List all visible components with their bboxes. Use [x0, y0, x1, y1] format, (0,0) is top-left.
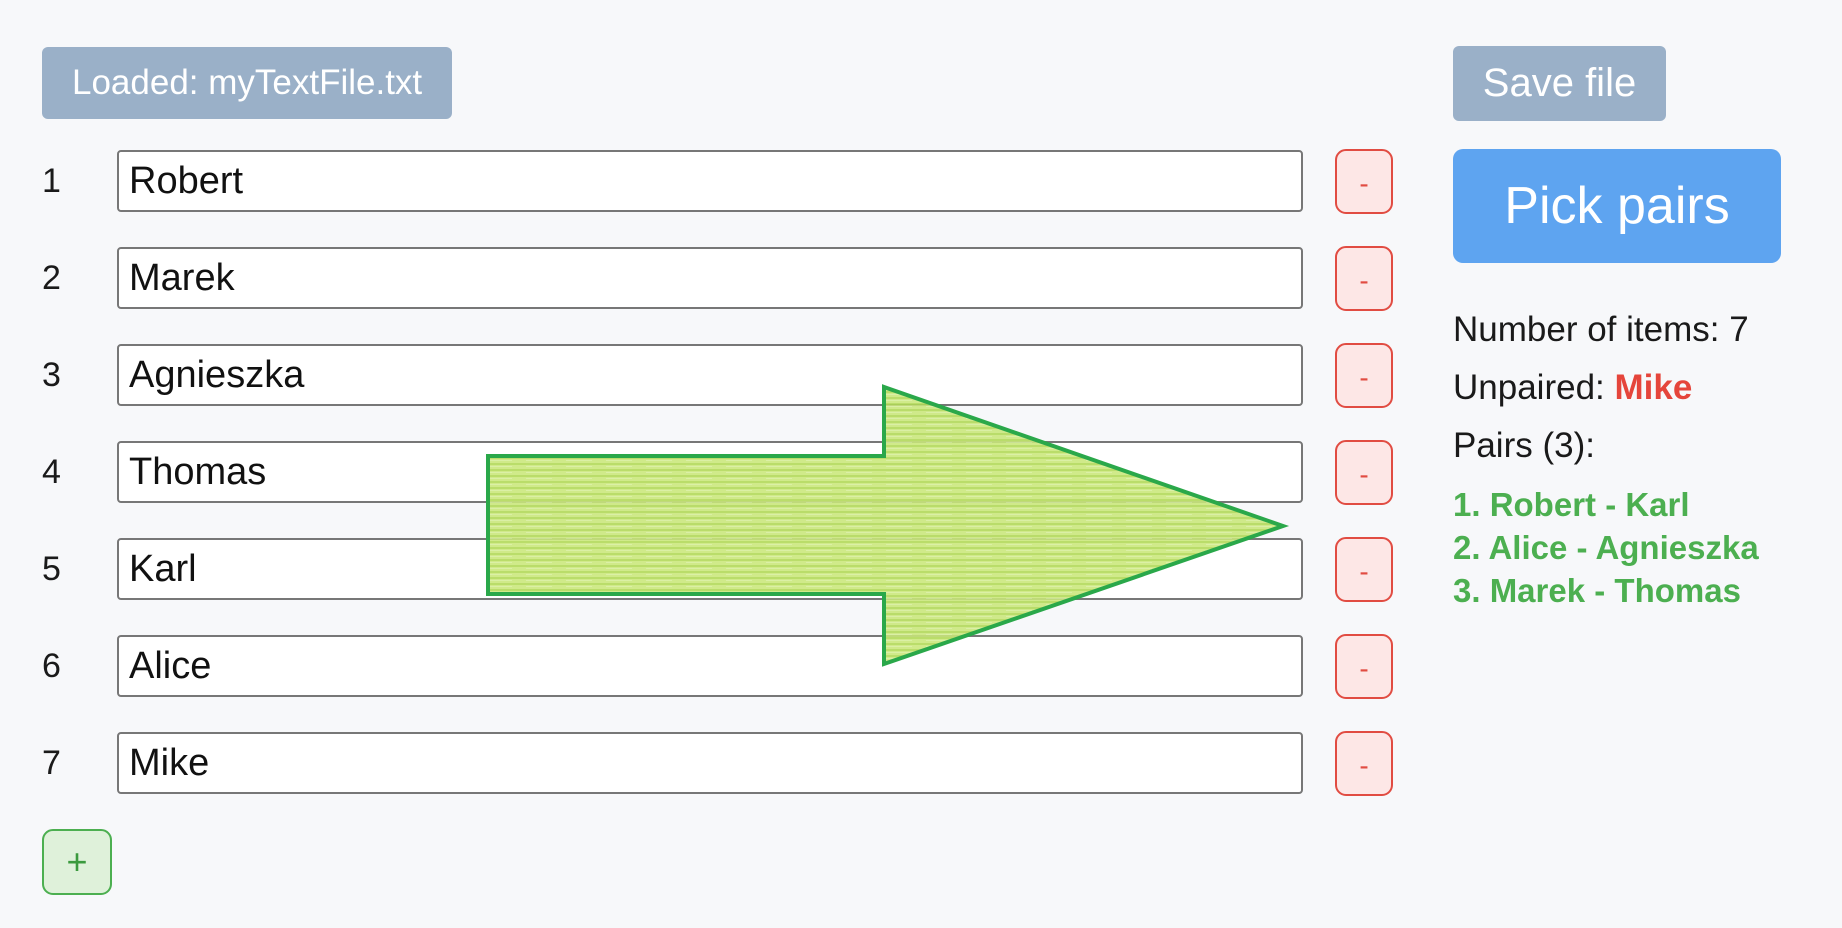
item-input[interactable]: [117, 247, 1303, 309]
item-input[interactable]: [117, 538, 1303, 600]
item-input[interactable]: [117, 732, 1303, 794]
remove-item-button[interactable]: -: [1335, 343, 1393, 408]
results-panel: Number of items: 7 Unpaired: Mike Pairs …: [1453, 306, 1759, 612]
remove-item-button[interactable]: -: [1335, 440, 1393, 505]
row-number: 7: [42, 744, 61, 782]
app-window: Loaded: myTextFile.txt 1 - 2 - 3 - 4 - 5…: [0, 0, 1842, 928]
row-number: 3: [42, 356, 61, 394]
unpaired-label: Unpaired:: [1453, 368, 1605, 407]
item-input[interactable]: [117, 344, 1303, 406]
row-number: 4: [42, 453, 61, 491]
list-item: 1 -: [42, 149, 1394, 247]
add-item-button[interactable]: +: [42, 829, 112, 895]
row-number: 2: [42, 259, 61, 297]
pair-item: 2. Alice - Agnieszka: [1453, 529, 1759, 566]
unpaired-name: Mike: [1614, 368, 1693, 407]
list-item: 5 -: [42, 537, 1394, 635]
item-count: Number of items: 7: [1453, 310, 1749, 349]
remove-item-button[interactable]: -: [1335, 634, 1393, 699]
item-input[interactable]: [117, 635, 1303, 697]
list-item: 6 -: [42, 634, 1394, 732]
pair-item: 3. Marek - Thomas: [1453, 572, 1741, 609]
pairs-heading: Pairs (3):: [1453, 426, 1595, 465]
remove-item-button[interactable]: -: [1335, 246, 1393, 311]
remove-item-button[interactable]: -: [1335, 149, 1393, 214]
remove-item-button[interactable]: -: [1335, 537, 1393, 602]
item-list: 1 - 2 - 3 - 4 - 5 - 6 - 7: [42, 149, 1394, 829]
item-input[interactable]: [117, 150, 1303, 212]
item-input[interactable]: [117, 441, 1303, 503]
list-item: 4 -: [42, 440, 1394, 538]
pairs-list: 1. Robert - Karl 2. Alice - Agnieszka 3.…: [1453, 483, 1759, 612]
row-number: 5: [42, 550, 61, 588]
row-number: 6: [42, 647, 61, 685]
pick-pairs-button[interactable]: Pick pairs: [1453, 149, 1781, 263]
row-number: 1: [42, 162, 61, 200]
remove-item-button[interactable]: -: [1335, 731, 1393, 796]
pair-item: 1. Robert - Karl: [1453, 486, 1690, 523]
list-item: 3 -: [42, 343, 1394, 441]
save-file-button[interactable]: Save file: [1453, 46, 1666, 121]
list-item: 2 -: [42, 246, 1394, 344]
list-item: 7 -: [42, 731, 1394, 829]
loaded-file-button[interactable]: Loaded: myTextFile.txt: [42, 47, 453, 119]
unpaired-line: Unpaired: Mike: [1453, 364, 1759, 422]
